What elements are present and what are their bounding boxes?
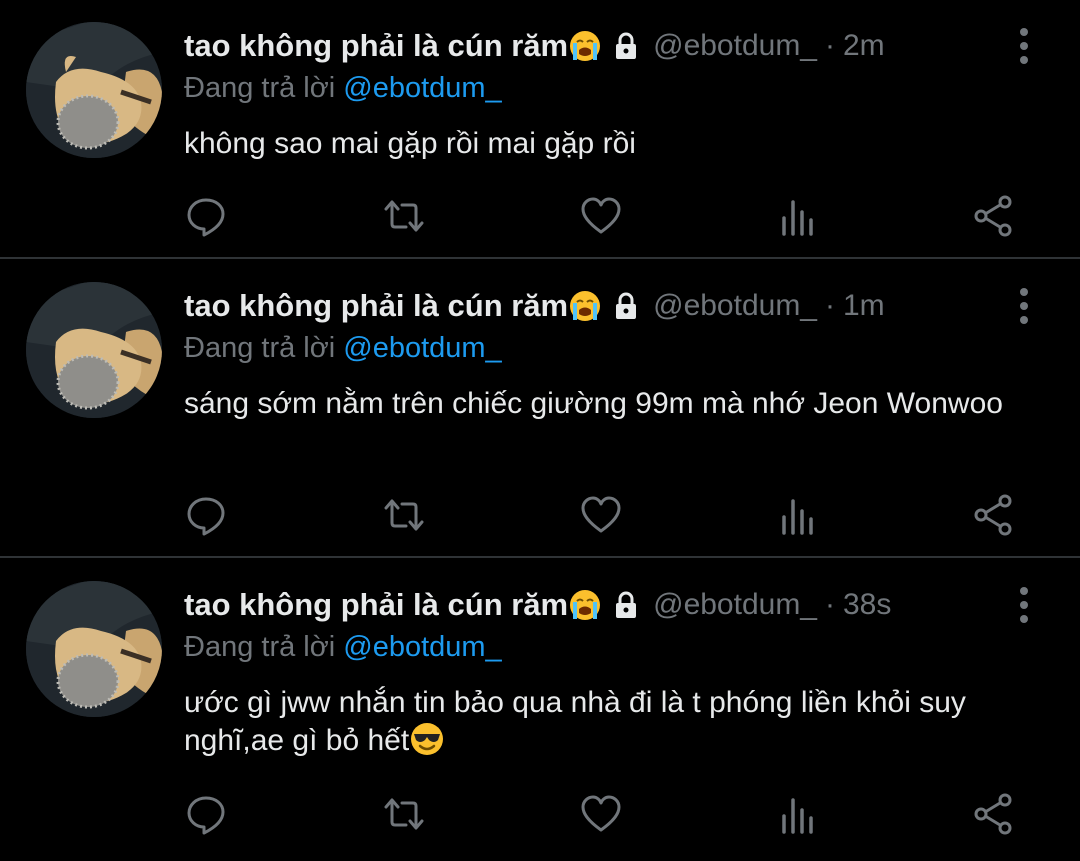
tweet-text: không sao mai gặp rồi mai gặp rồi [184, 125, 1054, 163]
timestamp[interactable]: 2m [843, 29, 885, 63]
replying-to-label: Đang trả lời [184, 631, 336, 663]
retweet-icon[interactable] [382, 493, 426, 537]
tweet-text-content: ước gì jww nhắn tin bảo qua nhà đi là t … [184, 686, 966, 757]
reply-icon[interactable] [184, 792, 228, 836]
tweet[interactable]: tao không phải là cún răm @ebotdum_ · 1m… [0, 260, 1080, 556]
replying-to: Đang trả lời @ebotdum_ [184, 631, 502, 664]
handle[interactable]: @ebotdum_ [653, 588, 817, 622]
analytics-icon[interactable] [776, 493, 820, 537]
smiling-face-with-sunglasses-emoji [410, 722, 444, 756]
replying-to-label: Đang trả lời [184, 72, 336, 104]
divider [0, 257, 1080, 259]
tweet-text: sáng sớm nằm trên chiếc giường 99m mà nh… [184, 385, 1054, 423]
tweet-text-content: sáng sớm nằm trên chiếc giường 99m mà nh… [184, 387, 1003, 420]
loudly-crying-face-emoji [569, 290, 601, 322]
retweet-icon[interactable] [382, 194, 426, 238]
tweet-header: tao không phải là cún răm @ebotdum_ · 2m [184, 23, 885, 69]
tweet[interactable]: tao không phải là cún răm @ebotdum_ · 2m… [0, 0, 1080, 258]
separator-dot: · [825, 289, 835, 322]
timestamp[interactable]: 38s [843, 588, 891, 622]
share-icon[interactable] [972, 194, 1016, 238]
reply-mention-link[interactable]: @ebotdum_ [343, 332, 501, 364]
display-name[interactable]: tao không phải là cún răm [184, 587, 568, 623]
like-icon[interactable] [579, 792, 623, 836]
action-bar [0, 792, 1080, 836]
replying-to: Đang trả lời @ebotdum_ [184, 332, 502, 365]
analytics-icon[interactable] [776, 792, 820, 836]
retweet-icon[interactable] [382, 792, 426, 836]
tweet-text: ước gì jww nhắn tin bảo qua nhà đi là t … [184, 684, 1054, 760]
reply-mention-link[interactable]: @ebotdum_ [343, 631, 501, 663]
display-name[interactable]: tao không phải là cún răm [184, 288, 568, 324]
loudly-crying-face-emoji [569, 30, 601, 62]
tweet[interactable]: tao không phải là cún răm @ebotdum_ · 38… [0, 559, 1080, 861]
more-options-icon[interactable] [1012, 583, 1036, 627]
timestamp[interactable]: 1m [843, 289, 885, 323]
like-icon[interactable] [579, 194, 623, 238]
handle[interactable]: @ebotdum_ [653, 29, 817, 63]
divider [0, 556, 1080, 558]
reply-icon[interactable] [184, 194, 228, 238]
lock-icon [611, 291, 641, 321]
action-bar [0, 493, 1080, 537]
separator-dot: · [825, 588, 835, 621]
replying-to-label: Đang trả lời [184, 332, 336, 364]
avatar[interactable] [26, 282, 162, 418]
tweet-text-content: không sao mai gặp rồi mai gặp rồi [184, 127, 636, 160]
reply-mention-link[interactable]: @ebotdum_ [343, 72, 501, 104]
analytics-icon[interactable] [776, 194, 820, 238]
more-options-icon[interactable] [1012, 24, 1036, 68]
tweet-header: tao không phải là cún răm @ebotdum_ · 1m [184, 283, 885, 329]
more-options-icon[interactable] [1012, 284, 1036, 328]
handle[interactable]: @ebotdum_ [653, 289, 817, 323]
action-bar [0, 194, 1080, 238]
tweet-header: tao không phải là cún răm @ebotdum_ · 38… [184, 582, 891, 628]
reply-icon[interactable] [184, 493, 228, 537]
loudly-crying-face-emoji [569, 589, 601, 621]
like-icon[interactable] [579, 493, 623, 537]
separator-dot: · [825, 29, 835, 62]
display-name[interactable]: tao không phải là cún răm [184, 28, 568, 64]
avatar[interactable] [26, 581, 162, 717]
replying-to: Đang trả lời @ebotdum_ [184, 72, 502, 105]
lock-icon [611, 31, 641, 61]
share-icon[interactable] [972, 493, 1016, 537]
share-icon[interactable] [972, 792, 1016, 836]
avatar[interactable] [26, 22, 162, 158]
lock-icon [611, 590, 641, 620]
